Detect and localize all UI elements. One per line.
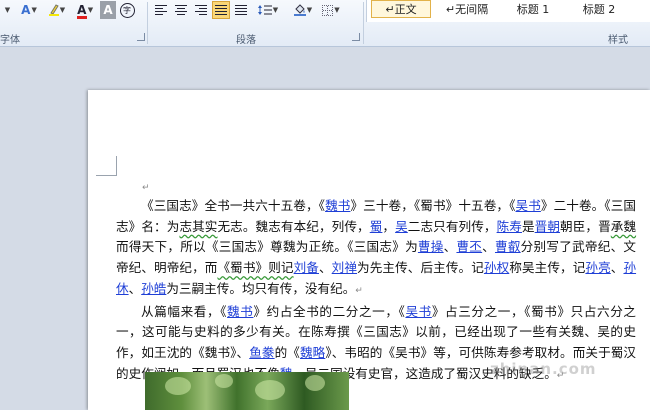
hyperlink[interactable]: 蜀: [370, 219, 383, 234]
styles-gallery: ↵正文 ↵无间隔 标题 1 标题 2: [366, 0, 650, 22]
hyperlink[interactable]: 曹操: [418, 239, 444, 254]
style-no-spacing[interactable]: ↵无间隔: [437, 0, 497, 18]
hyperlink[interactable]: 魏书: [227, 304, 253, 319]
hyperlink[interactable]: 晋朝: [535, 219, 560, 234]
text-run: 、: [318, 260, 332, 276]
ribbon: ▼ A ▼ ▼ A ▼ A 字 字体 ▼ ▼ ▼ 段落 ↵正文 ↵无间隔 标题 …: [0, 0, 650, 47]
text-run: 、: [482, 239, 495, 255]
text-run: 、: [128, 280, 142, 296]
style-heading-2[interactable]: 标题 2: [569, 0, 629, 18]
highlighter-icon: [48, 4, 59, 16]
text-run: 无志。魏志有本纪，列传，: [217, 218, 370, 234]
shading-button[interactable]: ▼: [290, 1, 316, 19]
text-run: 《三国志》全书一共六十五卷，《: [141, 198, 326, 213]
font-group-label: 字体: [0, 35, 20, 46]
text-highlight-button[interactable]: ▼: [44, 1, 70, 19]
style-normal[interactable]: ↵正文: [371, 0, 431, 18]
text-run: 是: [521, 218, 535, 234]
hyperlink[interactable]: 刘备: [294, 260, 319, 275]
justify-icon: [215, 5, 227, 15]
document-image[interactable]: [145, 372, 349, 410]
align-center-icon: [175, 5, 187, 15]
align-left-button[interactable]: [152, 1, 170, 19]
text-run: 》约占全书的二分之一，《: [253, 303, 406, 319]
hyperlink[interactable]: 吴: [395, 219, 408, 234]
grammar-flagged-text: 志其实: [179, 218, 218, 234]
paragraph-1[interactable]: 《三国志》全书一共六十五卷，《魏书》三十卷，《蜀书》十五卷，《吴书》二十卷。《三…: [116, 196, 636, 302]
paint-bucket-icon: [293, 4, 306, 16]
text-run: 的《: [274, 344, 300, 360]
distributed-icon: [235, 5, 247, 15]
paragraph-dialog-launcher[interactable]: [352, 33, 360, 41]
text-run: 朝臣，晋: [560, 218, 611, 234]
text-run: 为三嗣主传。均只有传，没有纪。: [166, 280, 356, 296]
font-color-button[interactable]: A ▼: [72, 1, 98, 19]
grammar-flagged-text: 承魏: [610, 218, 637, 234]
crop-mark: [116, 156, 117, 176]
hyperlink[interactable]: 孙皓: [141, 281, 166, 296]
text-run: 为先主传、后主传。记: [357, 260, 484, 276]
text-run: 、: [443, 239, 457, 255]
distributed-button[interactable]: [232, 1, 250, 19]
justify-button[interactable]: [212, 1, 230, 19]
empty-paragraph-mark: ↵: [142, 183, 150, 193]
paragraph-group-label: 段落: [236, 35, 256, 46]
hyperlink[interactable]: 孙亮: [585, 260, 610, 275]
line-spacing-button[interactable]: ▼: [255, 1, 281, 19]
borders-button[interactable]: ▼: [318, 1, 344, 19]
hyperlink[interactable]: 刘禅: [332, 260, 357, 275]
watermark: zhinan.com: [490, 360, 597, 378]
ruler-area: [0, 47, 650, 61]
borders-icon: [322, 4, 334, 16]
document-body[interactable]: 《三国志》全书一共六十五卷，《魏书》三十卷，《蜀书》十五卷，《吴书》二十卷。《三…: [116, 196, 636, 386]
hyperlink[interactable]: 曹叡: [495, 239, 521, 254]
text-run: 、: [610, 260, 624, 276]
style-heading-1[interactable]: 标题 1: [503, 0, 563, 18]
group-divider: [363, 2, 364, 44]
hyperlink[interactable]: 曹丕: [456, 239, 482, 254]
hyperlink[interactable]: 孙权: [484, 260, 509, 275]
enclose-characters-button[interactable]: 字: [118, 1, 136, 19]
text-run: 二志只有列传，: [407, 218, 497, 234]
styles-group-label: 样式: [608, 35, 628, 46]
text-effect-button[interactable]: A ▼: [16, 1, 42, 19]
character-shading-button[interactable]: A: [100, 1, 116, 19]
font-dialog-launcher[interactable]: [137, 33, 145, 41]
crop-mark: [96, 175, 116, 176]
hyperlink[interactable]: 魏书: [325, 198, 350, 213]
align-center-button[interactable]: [172, 1, 190, 19]
group-divider: [147, 2, 148, 44]
text-run: 称吴主传，记: [509, 260, 586, 276]
text-run: 而得天下，所以《三国志》尊魏为正统。《三国志》为: [116, 239, 418, 255]
character-shading-glyph: A: [103, 3, 113, 17]
align-right-icon: [195, 5, 207, 15]
hyperlink[interactable]: 吴书: [516, 198, 541, 213]
enclose-characters-icon: 字: [119, 2, 135, 18]
font-size-dropdown-icon[interactable]: ▼: [0, 1, 14, 19]
text-run: ，: [382, 218, 396, 234]
line-spacing-icon: [257, 4, 272, 16]
align-left-icon: [155, 5, 167, 15]
hyperlink[interactable]: 陈寿: [497, 219, 522, 234]
hyperlink[interactable]: 魏略: [300, 345, 325, 360]
grammar-flagged-text: 《蜀书》则记: [217, 260, 294, 276]
hyperlink[interactable]: 吴书: [405, 304, 431, 319]
text-run: 从篇幅来看，《: [141, 303, 228, 319]
paragraph-mark: ↵: [355, 285, 363, 296]
align-right-button[interactable]: [192, 1, 210, 19]
font-color-glyph: A: [77, 3, 87, 17]
hyperlink[interactable]: 鱼豢: [249, 345, 274, 360]
text-run: 》三十卷，《蜀书》十五卷，《: [350, 198, 516, 213]
